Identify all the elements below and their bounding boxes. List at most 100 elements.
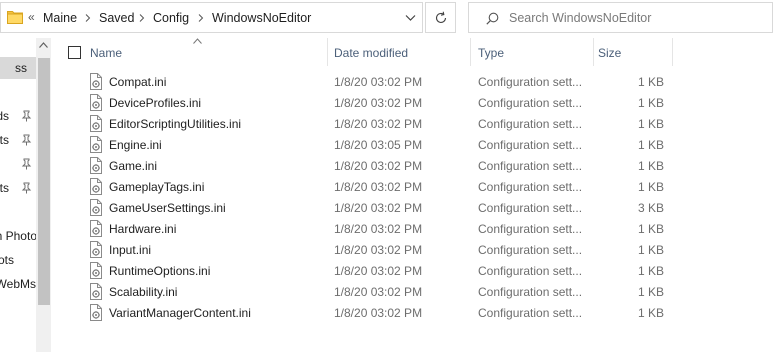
scroll-up-arrow-icon[interactable] xyxy=(39,42,48,48)
nav-item-2[interactable]: ds xyxy=(0,105,36,127)
file-row[interactable]: Engine.ini 1/8/20 03:05 PM Configuration s… xyxy=(51,134,778,155)
file-row[interactable]: Game.ini 1/8/20 03:02 PM Configuration set… xyxy=(51,155,778,176)
ini-file-icon xyxy=(90,178,102,195)
pin-icon xyxy=(21,110,32,122)
column-header-name[interactable]: Name xyxy=(88,38,327,66)
file-date-modified: 1/8/20 03:05 PM xyxy=(334,138,423,152)
nav-item-7[interactable]: ots xyxy=(0,249,36,271)
chevron-right-icon[interactable] xyxy=(85,14,91,22)
file-date-modified: 1/8/20 03:02 PM xyxy=(334,75,423,89)
search-input[interactable] xyxy=(509,9,764,27)
file-row[interactable]: EditorScriptingUtilities.ini 1/8/20 03:02… xyxy=(51,113,778,134)
file-name: DeviceProfiles.ini xyxy=(109,96,202,110)
file-date-modified: 1/8/20 03:02 PM xyxy=(334,264,423,278)
overflow-chevron[interactable]: « xyxy=(28,10,35,24)
file-size: 1 KB xyxy=(637,75,664,89)
folder-icon xyxy=(7,11,23,24)
column-header-date[interactable]: Date modified xyxy=(328,38,470,66)
file-row[interactable]: GameplayTags.ini 1/8/20 03:02 PM Configura… xyxy=(51,176,778,197)
nav-item-label: ots xyxy=(0,181,9,195)
file-type: Configuration sett... xyxy=(478,159,583,173)
pin-icon xyxy=(21,158,32,170)
nav-item-1[interactable]: ss xyxy=(0,57,36,79)
column-header-size[interactable]: Size xyxy=(594,38,672,66)
nav-item-label: ds xyxy=(0,109,9,123)
file-row[interactable]: Compat.ini 1/8/20 03:02 PM Configuration s… xyxy=(51,71,778,92)
file-row[interactable]: Input.ini 1/8/20 03:02 PM Configuration se… xyxy=(51,239,778,260)
address-bar[interactable]: « Maine Saved Config WindowsNoEditor xyxy=(0,2,423,33)
file-type: Configuration sett... xyxy=(478,201,583,215)
file-row[interactable]: VariantManagerContent.ini 1/8/20 03:02 PM… xyxy=(51,302,778,323)
chevron-right-icon[interactable] xyxy=(198,14,204,22)
nav-item-6[interactable]: n Photo xyxy=(0,225,37,247)
nav-item-5[interactable]: ots xyxy=(0,177,36,199)
file-size: 1 KB xyxy=(637,180,664,194)
file-date-modified: 1/8/20 03:02 PM xyxy=(334,222,423,236)
file-type: Configuration sett... xyxy=(478,117,583,131)
file-list: Name Date modified Type Size Compat.ini 1… xyxy=(51,38,778,352)
file-size: 1 KB xyxy=(637,264,664,278)
file-name: GameplayTags.ini xyxy=(109,180,205,194)
file-date-modified: 1/8/20 03:02 PM xyxy=(334,306,423,320)
search-box[interactable] xyxy=(468,2,773,33)
file-date-modified: 1/8/20 03:02 PM xyxy=(334,243,423,257)
file-name: Input.ini xyxy=(109,243,152,257)
select-all-checkbox[interactable] xyxy=(68,46,81,59)
file-name: Hardware.ini xyxy=(109,222,177,236)
file-size: 1 KB xyxy=(637,306,664,320)
nav-item-label: n Photo xyxy=(0,229,37,243)
file-size: 1 KB xyxy=(637,138,664,152)
file-row[interactable]: GameUserSettings.ini 1/8/20 03:02 PM Confi… xyxy=(51,197,778,218)
column-divider[interactable] xyxy=(672,38,673,66)
file-name: Compat.ini xyxy=(109,75,167,89)
file-type: Configuration sett... xyxy=(478,75,583,89)
column-header-type[interactable]: Type xyxy=(471,38,593,66)
file-size: 3 KB xyxy=(637,201,664,215)
file-type: Configuration sett... xyxy=(478,306,583,320)
ini-file-icon xyxy=(90,73,102,90)
file-type: Configuration sett... xyxy=(478,285,583,299)
column-header-date-label: Date modified xyxy=(334,46,409,60)
file-row[interactable]: Scalability.ini 1/8/20 03:02 PM Configurat… xyxy=(51,281,778,302)
nav-item-label: ts xyxy=(0,133,9,147)
file-type: Configuration sett... xyxy=(478,96,583,110)
file-name: GameUserSettings.ini xyxy=(109,201,226,215)
refresh-button[interactable] xyxy=(425,2,456,33)
nav-item-3[interactable]: ts xyxy=(0,129,36,151)
pin-icon xyxy=(21,134,32,146)
nav-item-label: ss xyxy=(15,61,27,75)
file-row[interactable]: DeviceProfiles.ini 1/8/20 03:02 PM Configu… xyxy=(51,92,778,113)
nav-item-8[interactable]: WebMs xyxy=(0,273,36,295)
file-row[interactable]: RuntimeOptions.ini 1/8/20 03:02 PM Configu… xyxy=(51,260,778,281)
ini-file-icon xyxy=(90,136,102,153)
file-date-modified: 1/8/20 03:02 PM xyxy=(334,159,423,173)
file-name: RuntimeOptions.ini xyxy=(109,264,211,278)
navigation-pane: ss ds ts ots n Photo ots WebMs xyxy=(0,38,51,352)
file-size: 1 KB xyxy=(637,222,664,236)
ini-file-icon xyxy=(90,199,102,216)
chevron-right-icon[interactable] xyxy=(139,14,145,22)
file-name: Scalability.ini xyxy=(109,285,178,299)
ini-file-icon xyxy=(90,304,102,321)
search-icon xyxy=(486,12,499,25)
file-size: 1 KB xyxy=(637,285,664,299)
breadcrumb-config[interactable]: Config xyxy=(153,11,189,25)
file-name: VariantManagerContent.ini xyxy=(109,306,251,320)
breadcrumb-maine[interactable]: Maine xyxy=(43,11,77,25)
file-type: Configuration sett... xyxy=(478,222,583,236)
column-header-name-label: Name xyxy=(90,46,123,60)
file-date-modified: 1/8/20 03:02 PM xyxy=(334,96,423,110)
breadcrumb-windowsnoeditor[interactable]: WindowsNoEditor xyxy=(212,11,311,25)
nav-item-4[interactable] xyxy=(0,153,36,175)
breadcrumb-saved[interactable]: Saved xyxy=(99,11,134,25)
file-type: Configuration sett... xyxy=(478,138,583,152)
file-row[interactable]: Hardware.ini 1/8/20 03:02 PM Configuration… xyxy=(51,218,778,239)
nav-item-label: WebMs xyxy=(0,277,36,291)
file-name: Game.ini xyxy=(109,159,158,173)
nav-scrollbar-thumb[interactable] xyxy=(38,58,50,305)
pin-icon xyxy=(21,182,32,194)
ini-file-icon xyxy=(90,283,102,300)
file-date-modified: 1/8/20 03:02 PM xyxy=(334,285,423,299)
chevron-down-icon[interactable] xyxy=(405,14,416,22)
file-size: 1 KB xyxy=(637,117,664,131)
